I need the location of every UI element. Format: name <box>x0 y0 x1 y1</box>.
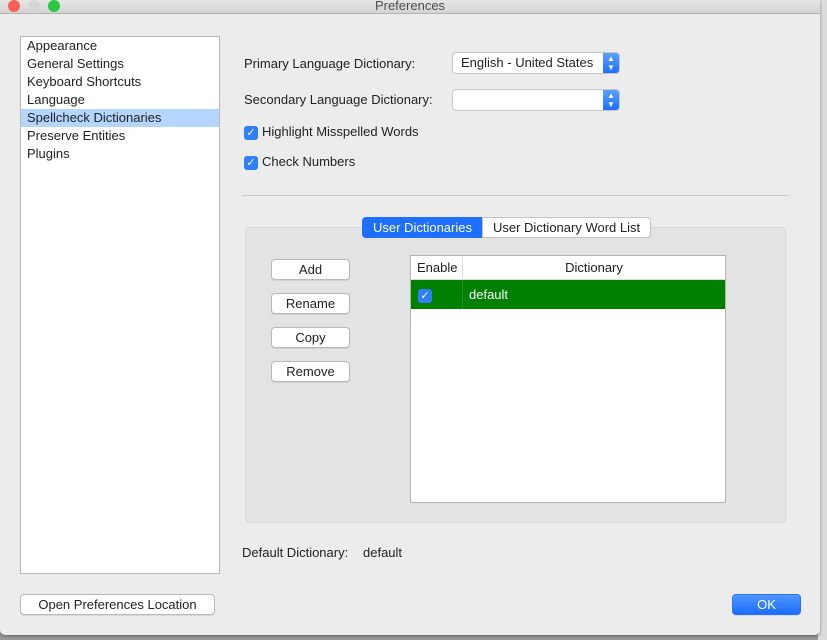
tab-bar: User Dictionaries User Dictionary Word Li… <box>362 217 652 238</box>
secondary-dictionary-label: Secondary Language Dictionary: <box>244 92 433 107</box>
close-button[interactable] <box>8 0 20 12</box>
add-button[interactable]: Add <box>271 259 350 280</box>
table-row[interactable]: ✓ default <box>411 280 725 309</box>
tab-user-dictionaries[interactable]: User Dictionaries <box>362 217 483 238</box>
sidebar-item-keyboard-shortcuts[interactable]: Keyboard Shortcuts <box>21 73 219 91</box>
column-header-dictionary[interactable]: Dictionary <box>463 256 725 279</box>
sidebar-item-plugins[interactable]: Plugins <box>21 145 219 163</box>
table-header: Enable Dictionary <box>411 256 725 280</box>
check-numbers-checkbox[interactable]: ✓ Check Numbers <box>244 154 355 170</box>
enable-checkbox[interactable]: ✓ <box>418 288 432 303</box>
check-numbers-label: Check Numbers <box>262 154 356 169</box>
checkbox-checked-icon: ✓ <box>244 155 258 170</box>
secondary-dictionary-select[interactable]: ▲ ▼ <box>452 89 620 111</box>
minimize-button[interactable] <box>28 0 40 12</box>
highlight-misspelled-label: Highlight Misspelled Words <box>262 124 419 139</box>
sidebar-item-general-settings[interactable]: General Settings <box>21 55 219 73</box>
open-preferences-location-button[interactable]: Open Preferences Location <box>20 594 215 615</box>
default-dictionary-label: Default Dictionary: <box>242 545 349 560</box>
checkbox-checked-icon: ✓ <box>244 125 258 140</box>
primary-dictionary-value: English - United States <box>461 55 594 70</box>
column-header-enable[interactable]: Enable <box>411 256 463 279</box>
sidebar-item-appearance[interactable]: Appearance <box>21 37 219 55</box>
highlight-misspelled-checkbox[interactable]: ✓ Highlight Misspelled Words <box>244 124 419 140</box>
tab-user-dictionary-word-list[interactable]: User Dictionary Word List <box>481 217 652 238</box>
chevron-updown-icon: ▲ ▼ <box>603 90 619 110</box>
preferences-window: Preferences Appearance General Settings … <box>0 0 820 635</box>
chevron-updown-icon: ▲ ▼ <box>603 53 619 73</box>
dictionary-name-cell: default <box>469 287 509 302</box>
sidebar-item-language[interactable]: Language <box>21 91 219 109</box>
sidebar-item-spellcheck-dictionaries[interactable]: Spellcheck Dictionaries <box>21 109 219 127</box>
rename-button[interactable]: Rename <box>271 293 350 314</box>
remove-button[interactable]: Remove <box>271 361 350 382</box>
sidebar-item-preserve-entities[interactable]: Preserve Entities <box>21 127 219 145</box>
divider <box>242 195 789 196</box>
dictionary-table: Enable Dictionary ✓ default <box>410 255 726 503</box>
zoom-button[interactable] <box>48 0 60 12</box>
primary-dictionary-label: Primary Language Dictionary: <box>244 56 416 71</box>
window-title: Preferences <box>374 0 446 13</box>
enable-cell: ✓ <box>411 280 463 309</box>
copy-button[interactable]: Copy <box>271 327 350 348</box>
category-list[interactable]: Appearance General Settings Keyboard Sho… <box>20 36 220 574</box>
default-dictionary-value: default <box>363 545 403 560</box>
ok-button[interactable]: OK <box>732 594 801 615</box>
primary-dictionary-select[interactable]: English - United States ▲ ▼ <box>452 52 620 74</box>
title-bar: Preferences <box>0 0 820 14</box>
